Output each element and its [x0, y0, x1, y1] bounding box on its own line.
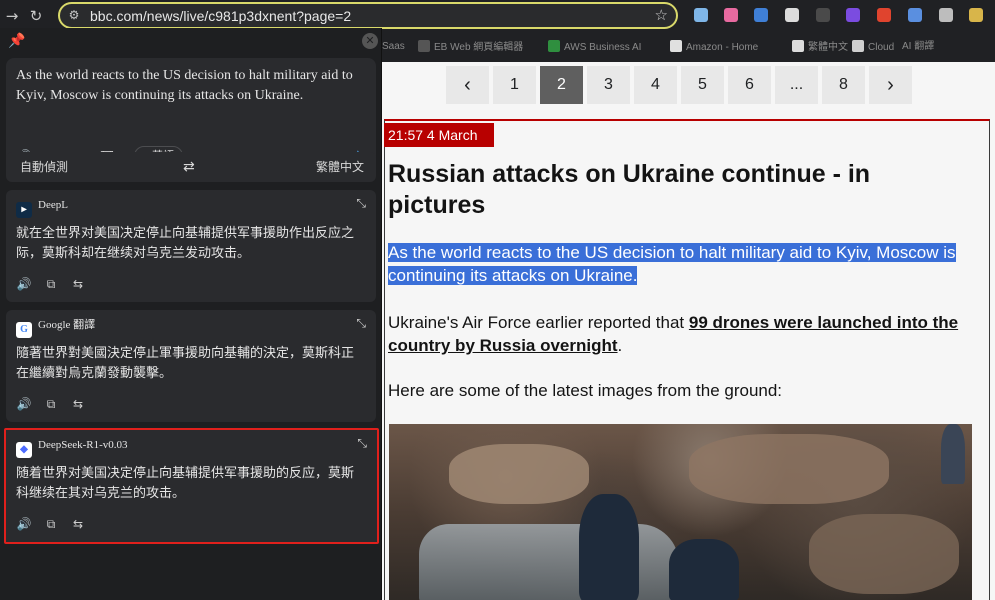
prev-page-button[interactable]: ‹	[446, 66, 489, 104]
extension-icon[interactable]	[908, 8, 922, 22]
body-paragraph: Ukraine's Air Force earlier reported tha…	[388, 311, 973, 357]
extension-icon[interactable]	[877, 8, 891, 22]
collapse-icon[interactable]: ⤡	[357, 436, 367, 451]
post-timestamp: 21:57 4 March	[384, 123, 494, 147]
translation-card-deepl: ▸ DeepL ⤡ 就在全世界对美国决定停止向基辅提供军事援助作出反应之际，莫斯科…	[6, 190, 376, 302]
bookmark-item[interactable]: EB Web 網頁編輯器	[418, 40, 523, 54]
collapse-icon[interactable]: ⤡	[356, 316, 366, 331]
selected-text[interactable]: As the world reacts to the US decision t…	[388, 243, 956, 285]
bookmark-item[interactable]: Cloud	[852, 40, 894, 54]
source-text[interactable]: As the world reacts to the US decision t…	[16, 66, 361, 106]
google-logo-icon: G	[16, 322, 32, 338]
extension-icon[interactable]	[816, 8, 830, 22]
extension-icon[interactable]	[724, 8, 738, 22]
page-button[interactable]: 4	[634, 66, 677, 104]
close-icon[interactable]: ✕	[362, 33, 378, 49]
bookmark-item[interactable]: 繁體中文	[792, 40, 848, 54]
translation-card-google: G Google 翻譯 ⤡ 隨著世界對美國決定停止軍事援助向基輔的決定，莫斯科正在…	[6, 310, 376, 422]
article-page: ‹ 1 2 3 4 5 6 ... 8 › 21:57 4 March Russ…	[382, 62, 995, 600]
extension-icon[interactable]	[846, 8, 860, 22]
body-paragraph: Here are some of the latest images from …	[388, 381, 783, 400]
replace-icon[interactable]: ⇆	[70, 276, 86, 292]
pin-icon[interactable]: 📌	[8, 33, 25, 49]
extension-icon[interactable]	[939, 8, 953, 22]
paragraph-text: Ukraine's Air Force earlier reported tha…	[388, 313, 689, 332]
reload-icon[interactable]: ↻	[26, 6, 46, 26]
lead-paragraph: As the world reacts to the US decision t…	[388, 241, 973, 287]
card-header: G Google 翻譯	[16, 316, 95, 338]
translation-text: 就在全世界对美国决定停止向基辅提供军事援助作出反应之际，莫斯科却在继续对乌克兰发…	[16, 226, 355, 261]
page-ellipsis: ...	[775, 66, 818, 104]
paragraph-text: .	[617, 336, 623, 355]
next-page-button[interactable]: ›	[869, 66, 912, 104]
card-header: ◆ DeepSeek-R1-v0.03	[16, 436, 128, 458]
page-button[interactable]: 8	[822, 66, 865, 104]
post-headline: Russian attacks on Ukraine continue - in…	[388, 160, 871, 219]
copy-icon[interactable]: ⧉	[43, 276, 59, 292]
article-photo	[389, 424, 972, 600]
url-text: bbc.com/news/live/c981p3dxnent?page=2	[90, 8, 352, 24]
translation-card-deepseek: ◆ DeepSeek-R1-v0.03 ⤡ 随着世界对美国决定停止向基辅提供军事援…	[4, 428, 379, 544]
target-language[interactable]: 繁體中文	[316, 152, 364, 182]
page-button[interactable]: 6	[728, 66, 771, 104]
translation-text: 随着世界对美国决定停止向基辅提供军事援助的反应，莫斯科继续在其对乌克兰的攻击。	[16, 466, 355, 501]
site-info-icon[interactable]: ⚙	[66, 7, 82, 23]
extension-icon[interactable]	[754, 8, 768, 22]
address-bar[interactable]: ⚙ bbc.com/news/live/c981p3dxnent?page=2 …	[58, 2, 678, 29]
live-post: 21:57 4 March Russian attacks on Ukraine…	[384, 119, 990, 600]
source-language[interactable]: 自動偵測	[20, 152, 68, 182]
bookmarks-bar: Saas EB Web 網頁編輯器 AWS Business AI Amazon…	[382, 32, 995, 62]
speaker-icon[interactable]: 🔊	[16, 516, 32, 532]
extension-icon[interactable]	[785, 8, 799, 22]
bookmark-item[interactable]: Saas	[382, 40, 405, 54]
page-button-current[interactable]: 2	[540, 66, 583, 104]
bookmark-star-icon[interactable]: ☆	[655, 6, 668, 24]
card-header: ▸ DeepL	[16, 196, 68, 218]
extension-icon[interactable]	[694, 8, 708, 22]
page-button[interactable]: 5	[681, 66, 724, 104]
bookmark-item[interactable]: AI 翻譯	[902, 40, 934, 54]
bookmark-item[interactable]: AWS Business AI	[548, 40, 641, 54]
forward-icon[interactable]: →	[2, 6, 22, 26]
deepseek-logo-icon: ◆	[16, 442, 32, 458]
translation-text: 隨著世界對美國決定停止軍事援助向基輔的決定，莫斯科正在繼續對烏克蘭發動襲擊。	[16, 346, 355, 381]
page-button[interactable]: 1	[493, 66, 536, 104]
bookmark-item[interactable]: Amazon - Home	[670, 40, 758, 54]
swap-languages-icon[interactable]: ⇄	[183, 152, 195, 182]
page-button[interactable]: 3	[587, 66, 630, 104]
collapse-icon[interactable]: ⤡	[356, 196, 366, 211]
deepl-logo-icon: ▸	[16, 202, 32, 218]
language-selector: 自動偵測 ⇄ 繁體中文	[6, 152, 376, 182]
extension-icon[interactable]	[969, 8, 983, 22]
replace-icon[interactable]: ⇆	[70, 516, 86, 532]
copy-icon[interactable]: ⧉	[43, 516, 59, 532]
translator-panel: 📌 ✕ As the world reacts to the US decisi…	[0, 28, 382, 600]
speaker-icon[interactable]: 🔊	[16, 396, 32, 412]
speaker-icon[interactable]: 🔊	[16, 276, 32, 292]
copy-icon[interactable]: ⧉	[43, 396, 59, 412]
replace-icon[interactable]: ⇆	[70, 396, 86, 412]
